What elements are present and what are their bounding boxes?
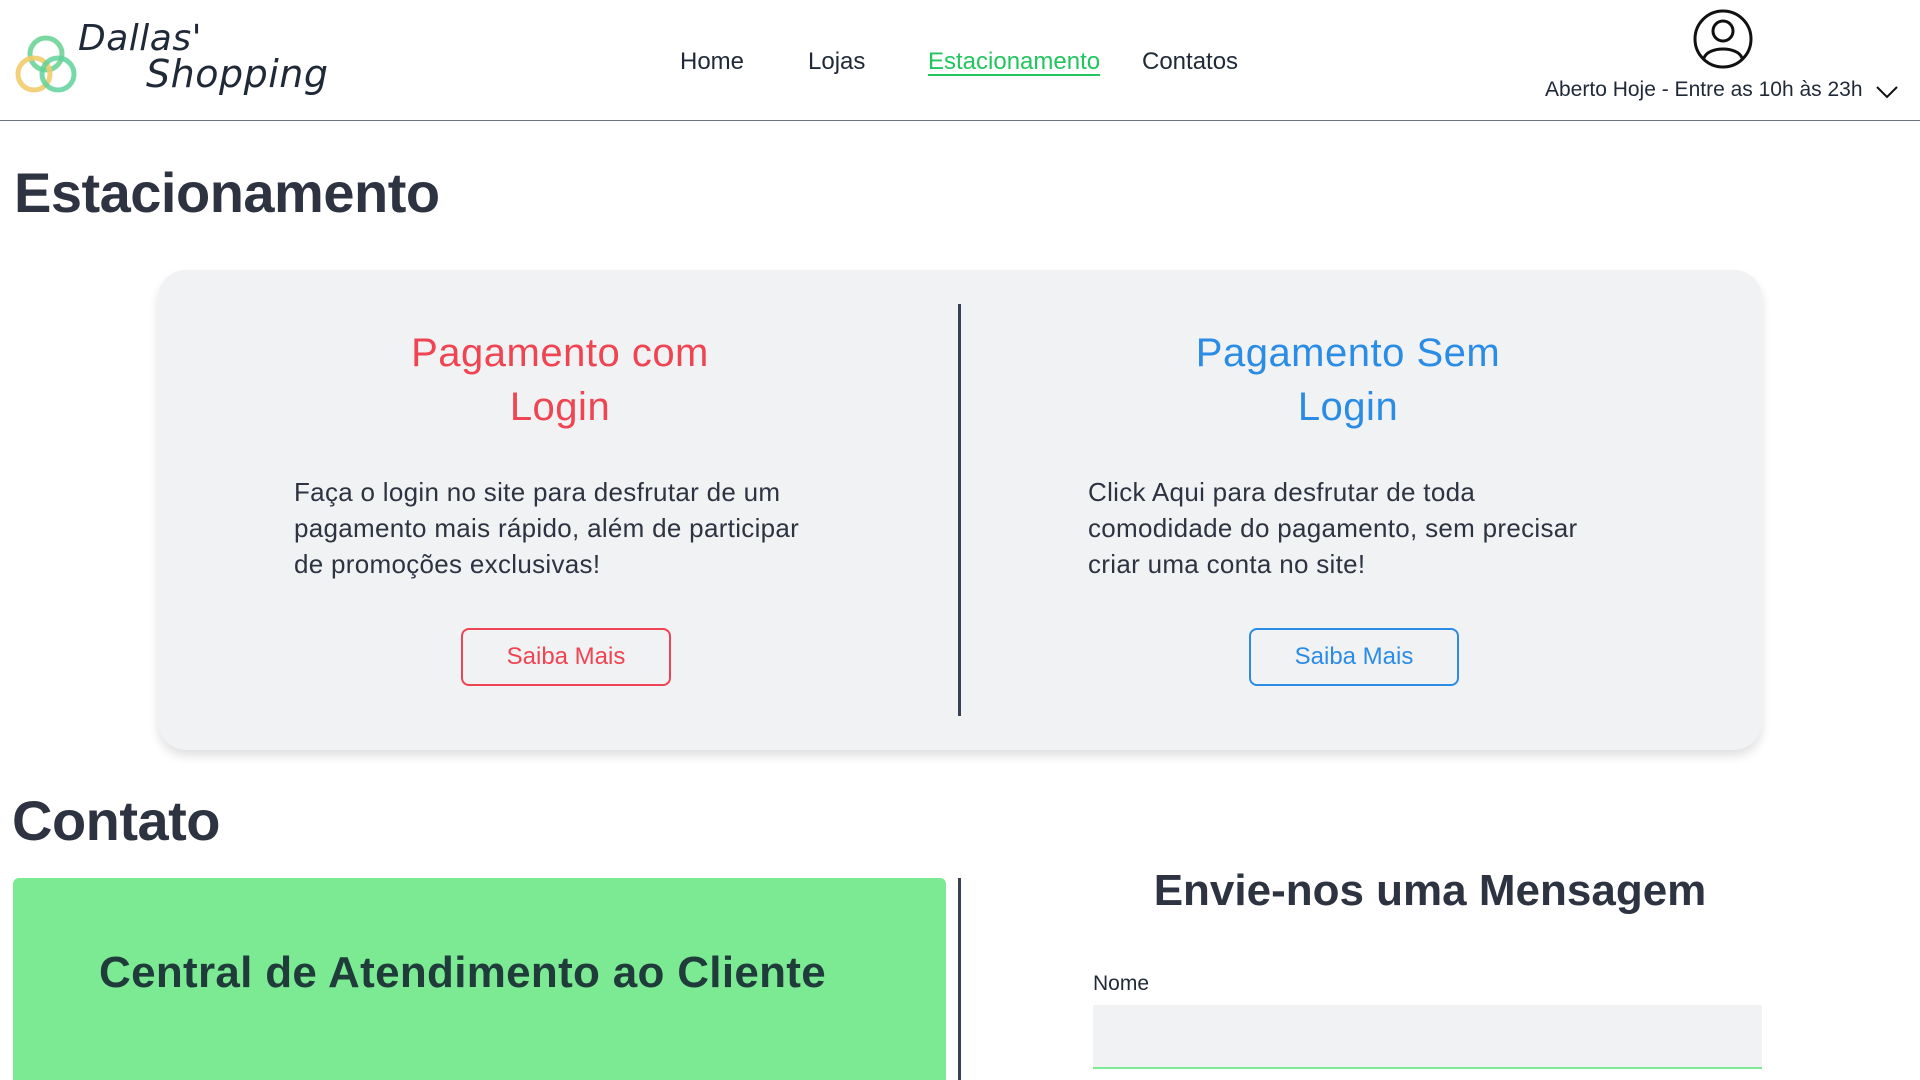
payment-with-login-text-line: pagamento mais rápido, além de participa… [294, 513, 800, 543]
contact-section-title: Contato [12, 789, 221, 852]
customer-service-title: Central de Atendimento ao Cliente [99, 948, 827, 997]
payment-without-login-title-line1: Pagamento Sem [1195, 331, 1501, 375]
nav-contatos[interactable]: Contatos [1142, 48, 1238, 76]
opening-hours: Aberto Hoje - Entre as 10h às 23h [1545, 78, 1863, 101]
payment-with-login-text-line: de promoções exclusivas! [294, 549, 601, 579]
nav-home[interactable]: Home [680, 48, 744, 76]
payment-with-login-text: Faça o login no site para desfrutar de u… [294, 474, 854, 582]
nav-estacionamento[interactable]: Estacionamento [928, 48, 1100, 76]
customer-service-panel: Central de Atendimento ao Cliente [13, 878, 946, 1080]
name-field-label: Nome [1093, 972, 1150, 995]
contact-divider [958, 878, 961, 1080]
site-header: Dallas' Shopping Home Lojas Estacionamen… [0, 0, 1920, 121]
parking-payment-card: Pagamento com Login Faça o login no site… [158, 270, 1762, 750]
chevron-down-icon[interactable] [1875, 84, 1899, 100]
payment-with-login-title: Pagamento com Login [310, 326, 810, 434]
guest-learn-more-button[interactable]: Saiba Mais [1249, 628, 1459, 686]
brand-name-line2[interactable]: Shopping [146, 52, 328, 96]
payment-without-login-text: Click Aqui para desfrutar de toda comodi… [1088, 474, 1648, 582]
nav-lojas[interactable]: Lojas [808, 48, 865, 76]
payment-without-login-text-line: comodidade do pagamento, sem precisar [1088, 513, 1578, 543]
message-form-title: Envie-nos uma Mensagem [1153, 866, 1707, 915]
name-field[interactable] [1093, 1005, 1762, 1069]
page-title: Estacionamento [14, 161, 440, 224]
payment-with-login-text-line: Faça o login no site para desfrutar de u… [294, 477, 781, 507]
payment-without-login-text-line: Click Aqui para desfrutar de toda [1088, 477, 1476, 507]
payment-without-login-title: Pagamento Sem Login [1098, 326, 1598, 434]
triquetra-logo-icon[interactable] [12, 30, 80, 98]
payment-with-login-title-line2: Login [509, 385, 611, 429]
column-divider [958, 304, 961, 716]
payment-without-login-text-line: criar uma conta no site! [1088, 549, 1366, 579]
payment-without-login-title-line2: Login [1297, 385, 1399, 429]
payment-with-login-title-line1: Pagamento com [411, 331, 709, 375]
user-account-icon[interactable] [1692, 8, 1754, 70]
login-learn-more-button[interactable]: Saiba Mais [461, 628, 671, 686]
